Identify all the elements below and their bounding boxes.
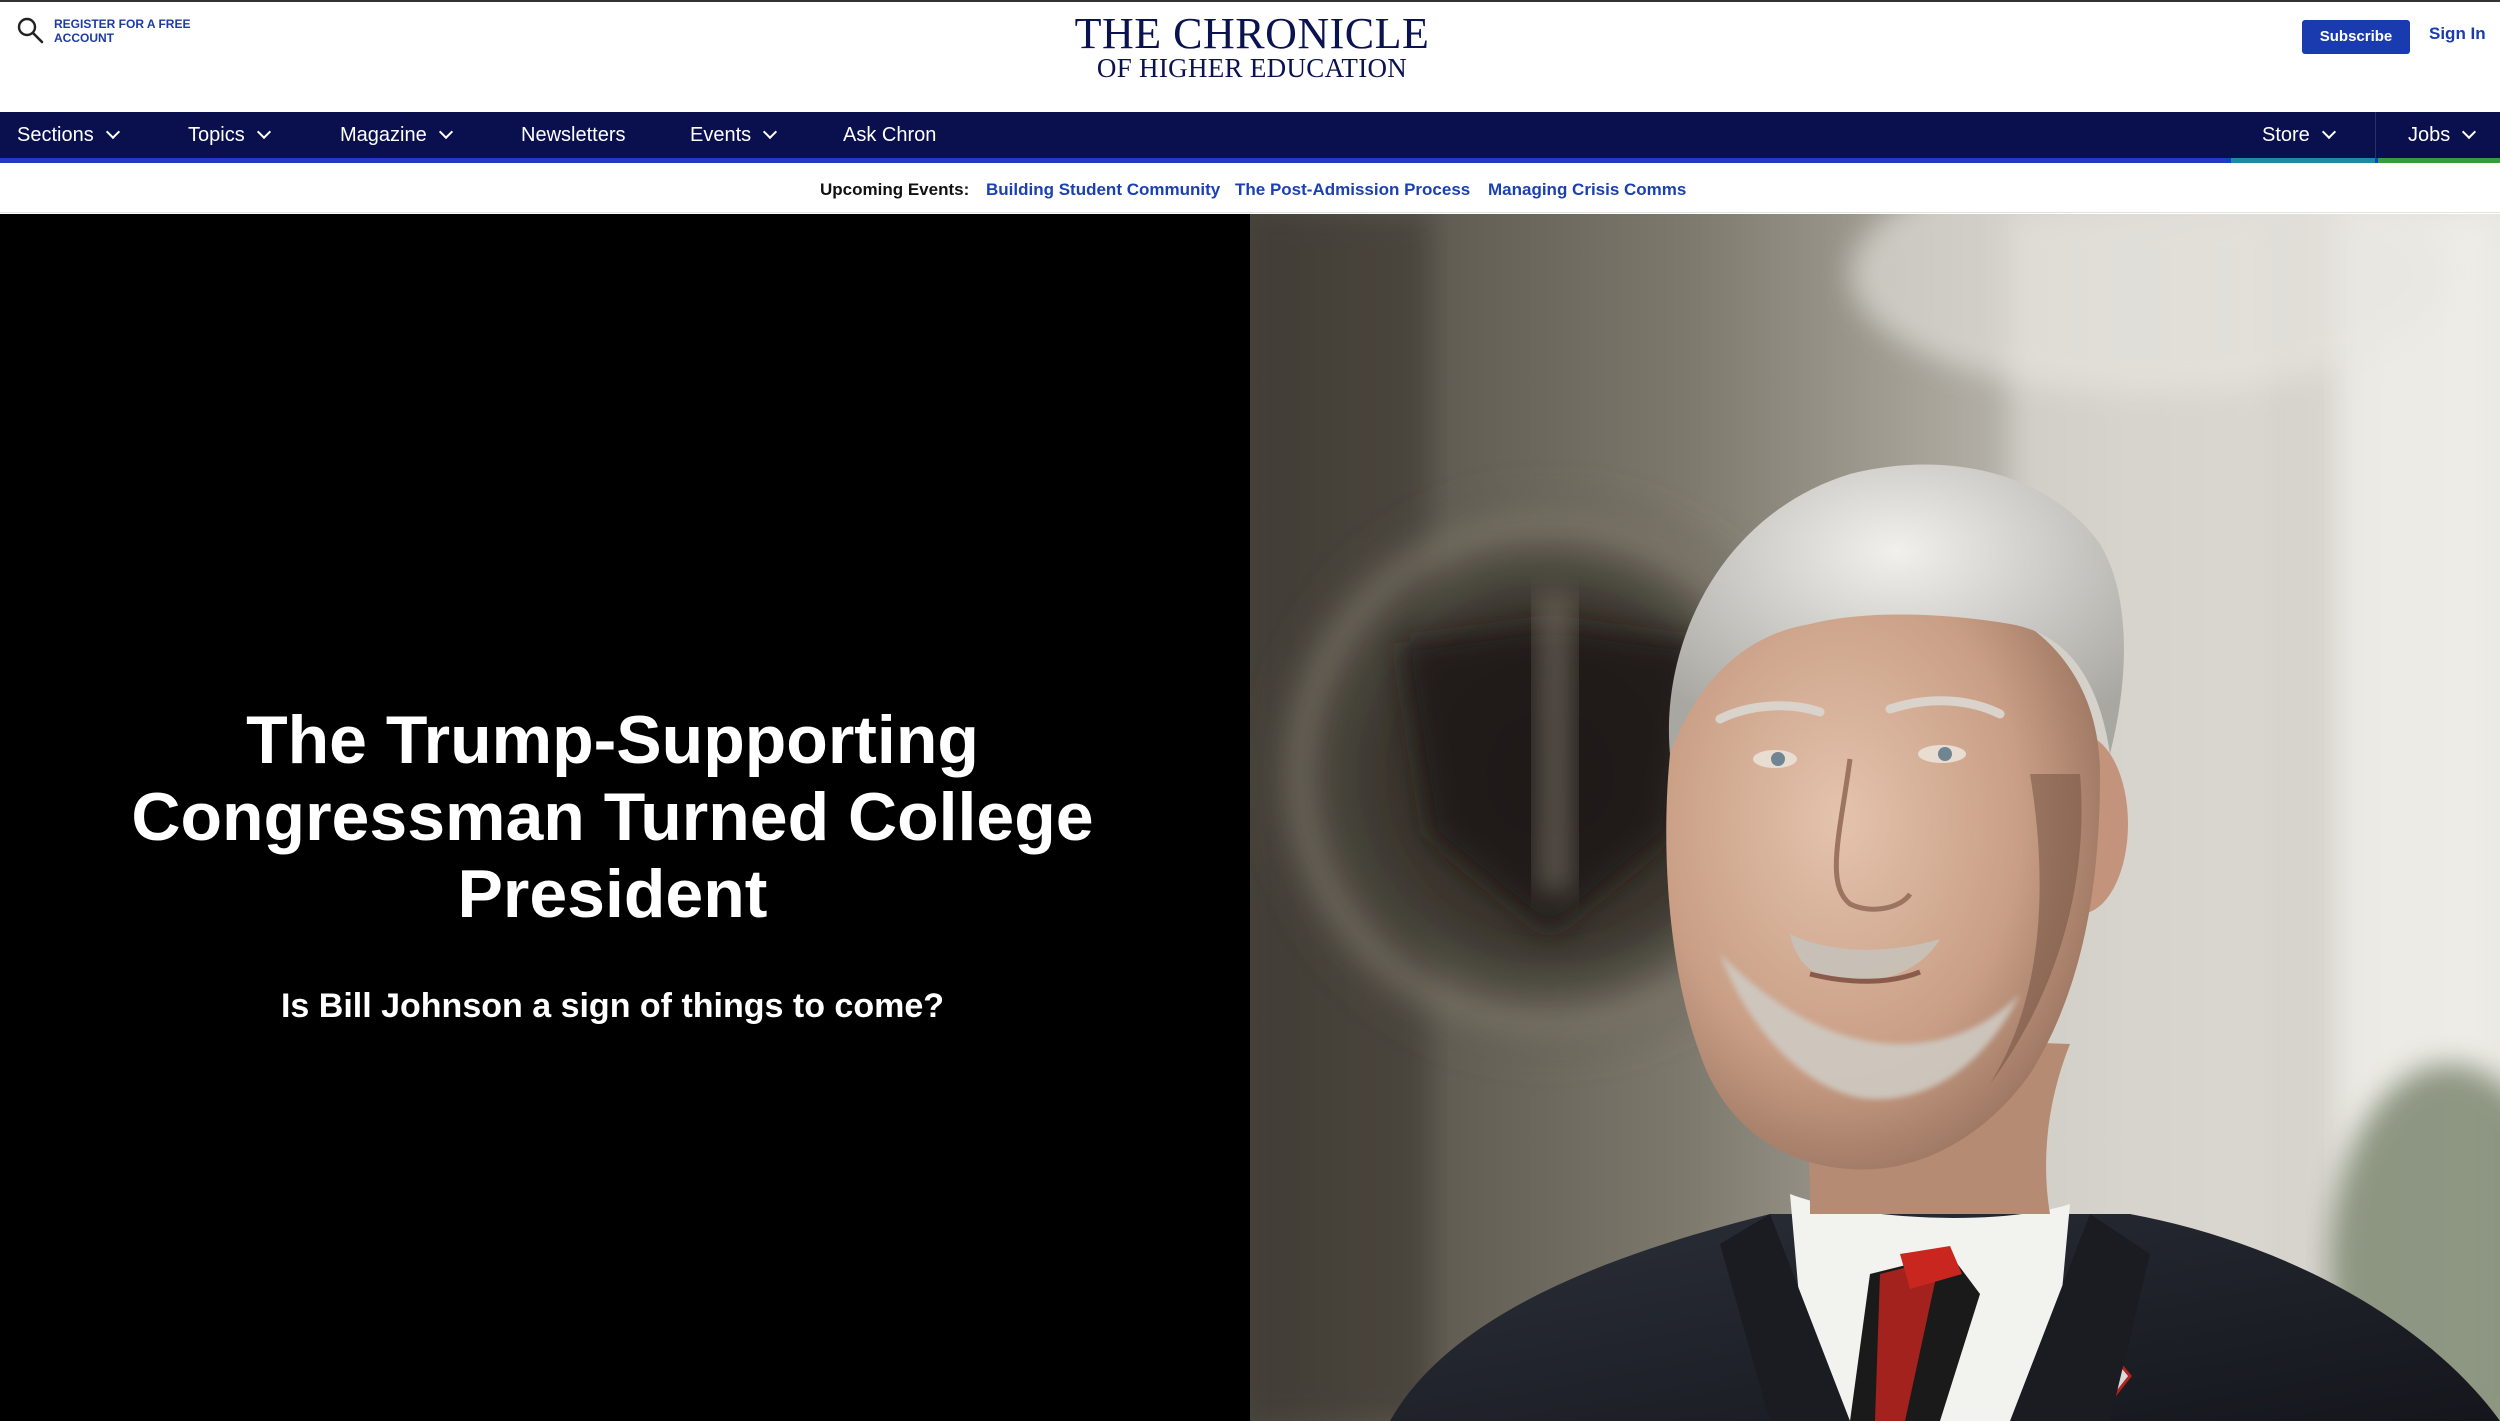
- nav-item-label: Events: [690, 124, 752, 146]
- subscribe-button[interactable]: Subscribe: [2302, 20, 2410, 54]
- chevron-down-icon: [2462, 124, 2477, 140]
- nav-item-label: Ask Chron: [843, 124, 937, 146]
- nav-item-jobs[interactable]: Jobs: [2408, 112, 2477, 158]
- nav-item-label: Newsletters: [521, 124, 626, 146]
- hero-subheadline: Is Bill Johnson a sign of things to come…: [280, 987, 945, 1025]
- site-logo[interactable]: THE CHRONICLE OF HIGHER EDUCATION: [1074, 9, 1430, 83]
- logo-line2: OF HIGHER EDUCATION: [1096, 53, 1408, 83]
- hero-portrait-photo[interactable]: [1250, 214, 2500, 1421]
- nav-item-newsletters[interactable]: Newsletters: [521, 112, 625, 158]
- chevron-down-icon: [2321, 124, 2336, 140]
- nav-item-label: Sections: [17, 124, 94, 146]
- logo-line1: THE CHRONICLE: [1074, 9, 1430, 58]
- nav-item-topics[interactable]: Topics: [188, 112, 271, 158]
- upcoming-events-label: Upcoming Events:: [820, 180, 970, 199]
- event-link-post-admission-process[interactable]: The Post-Admission Process: [1235, 180, 1470, 200]
- nav-item-label: Jobs: [2408, 124, 2451, 146]
- register-link[interactable]: REGISTER FOR A FREE ACCOUNT: [54, 17, 204, 45]
- nav-item-sections[interactable]: Sections: [17, 112, 120, 158]
- search-icon[interactable]: [16, 16, 44, 44]
- nav-item-store[interactable]: Store: [2262, 112, 2336, 158]
- nav-divider: [2375, 112, 2376, 158]
- chevron-down-icon: [105, 124, 120, 140]
- hero-headline[interactable]: The Trump-Supporting Congressman Turned …: [100, 702, 1125, 933]
- event-link-building-student-community[interactable]: Building Student Community: [986, 180, 1220, 200]
- chevron-down-icon: [256, 124, 271, 140]
- nav-item-label: Store: [2262, 124, 2310, 146]
- nav-item-magazine[interactable]: Magazine: [340, 112, 453, 158]
- nav-item-label: Magazine: [340, 124, 427, 146]
- nav-item-ask-chron[interactable]: Ask Chron: [843, 112, 936, 158]
- nav-item-events[interactable]: Events: [690, 112, 778, 158]
- chevron-down-icon: [763, 124, 778, 140]
- sign-in-link[interactable]: Sign In: [2429, 24, 2486, 44]
- nav-item-label: Topics: [188, 124, 245, 146]
- chevron-down-icon: [438, 124, 453, 140]
- portrait-illustration: [1250, 214, 2500, 1421]
- site-header: REGISTER FOR A FREE ACCOUNT THE CHRONICL…: [0, 0, 2500, 112]
- event-link-managing-crisis-comms[interactable]: Managing Crisis Comms: [1488, 180, 1686, 200]
